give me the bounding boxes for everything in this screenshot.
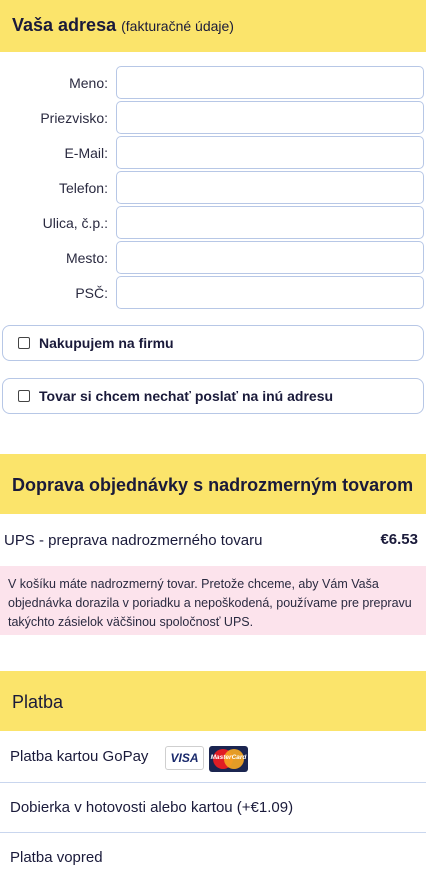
other-address-checkbox-row[interactable]: Tovar si chcem nechať poslať na inú adre…	[2, 378, 424, 414]
mastercard-icon: MasterCard	[209, 746, 248, 772]
form-row-zip: PSČ:	[0, 276, 426, 311]
last-name-label: Priezvisko:	[40, 110, 108, 126]
other-address-checkbox[interactable]	[18, 390, 30, 402]
street-label: Ulica, č.p.:	[42, 215, 108, 231]
payment-option-prepay-label: Platba vopred	[10, 849, 103, 866]
form-row-city: Mesto:	[0, 241, 426, 276]
oversized-goods-notice: V košíku máte nadrozmerný tovar. Pretože…	[0, 566, 426, 635]
shipping-section-title: Doprava objednávky s nadrozmerným tovaro…	[12, 475, 414, 495]
shipping-section-header: Doprava objednávky s nadrozmerným tovaro…	[0, 454, 426, 514]
form-row-phone: Telefon:	[0, 171, 426, 206]
address-section-title: Vaša adresa	[12, 15, 117, 35]
company-purchase-checkbox[interactable]	[18, 337, 30, 349]
visa-icon: VISA	[165, 746, 204, 770]
payment-section-title: Platba	[12, 692, 64, 712]
shipping-option[interactable]: UPS - preprava nadrozmerného tovaru €6.5…	[0, 530, 426, 554]
form-row-first-name: Meno:	[0, 66, 426, 101]
email-label: E-Mail:	[64, 145, 108, 161]
payment-option-cod-label: Dobierka v hotovosti alebo kartou (+€1.0…	[10, 799, 294, 816]
company-purchase-checkbox-row[interactable]: Nakupujem na firmu	[2, 325, 424, 361]
first-name-label: Meno:	[69, 75, 108, 91]
payment-option-card[interactable]: Platba kartou GoPay VISA MasterCard	[0, 732, 426, 782]
address-section-header: Vaša adresa (fakturačné údaje)	[0, 0, 426, 52]
form-row-last-name: Priezvisko:	[0, 101, 426, 136]
street-input[interactable]	[116, 206, 424, 239]
form-row-email: E-Mail:	[0, 136, 426, 171]
payment-option-card-label: Platba kartou GoPay	[10, 748, 149, 765]
phone-input[interactable]	[116, 171, 424, 204]
company-purchase-label: Nakupujem na firmu	[39, 335, 174, 351]
payment-section-header: Platba	[0, 671, 426, 731]
payment-option-prepay[interactable]: Platba vopred	[0, 833, 426, 883]
first-name-input[interactable]	[116, 66, 424, 99]
zip-input[interactable]	[116, 276, 424, 309]
email-input[interactable]	[116, 136, 424, 169]
form-row-street: Ulica, č.p.:	[0, 206, 426, 241]
last-name-input[interactable]	[116, 101, 424, 134]
phone-label: Telefon:	[58, 180, 108, 196]
shipping-option-price: €6.53	[380, 531, 418, 548]
other-address-label: Tovar si chcem nechať poslať na inú adre…	[39, 388, 334, 404]
city-label: Mesto:	[65, 250, 108, 266]
city-input[interactable]	[116, 241, 424, 274]
payment-option-cod[interactable]: Dobierka v hotovosti alebo kartou (+€1.0…	[0, 783, 426, 833]
zip-label: PSČ:	[75, 285, 108, 301]
shipping-option-name: UPS - preprava nadrozmerného tovaru	[4, 532, 263, 549]
address-section-subtitle: (fakturačné údaje)	[121, 18, 234, 34]
